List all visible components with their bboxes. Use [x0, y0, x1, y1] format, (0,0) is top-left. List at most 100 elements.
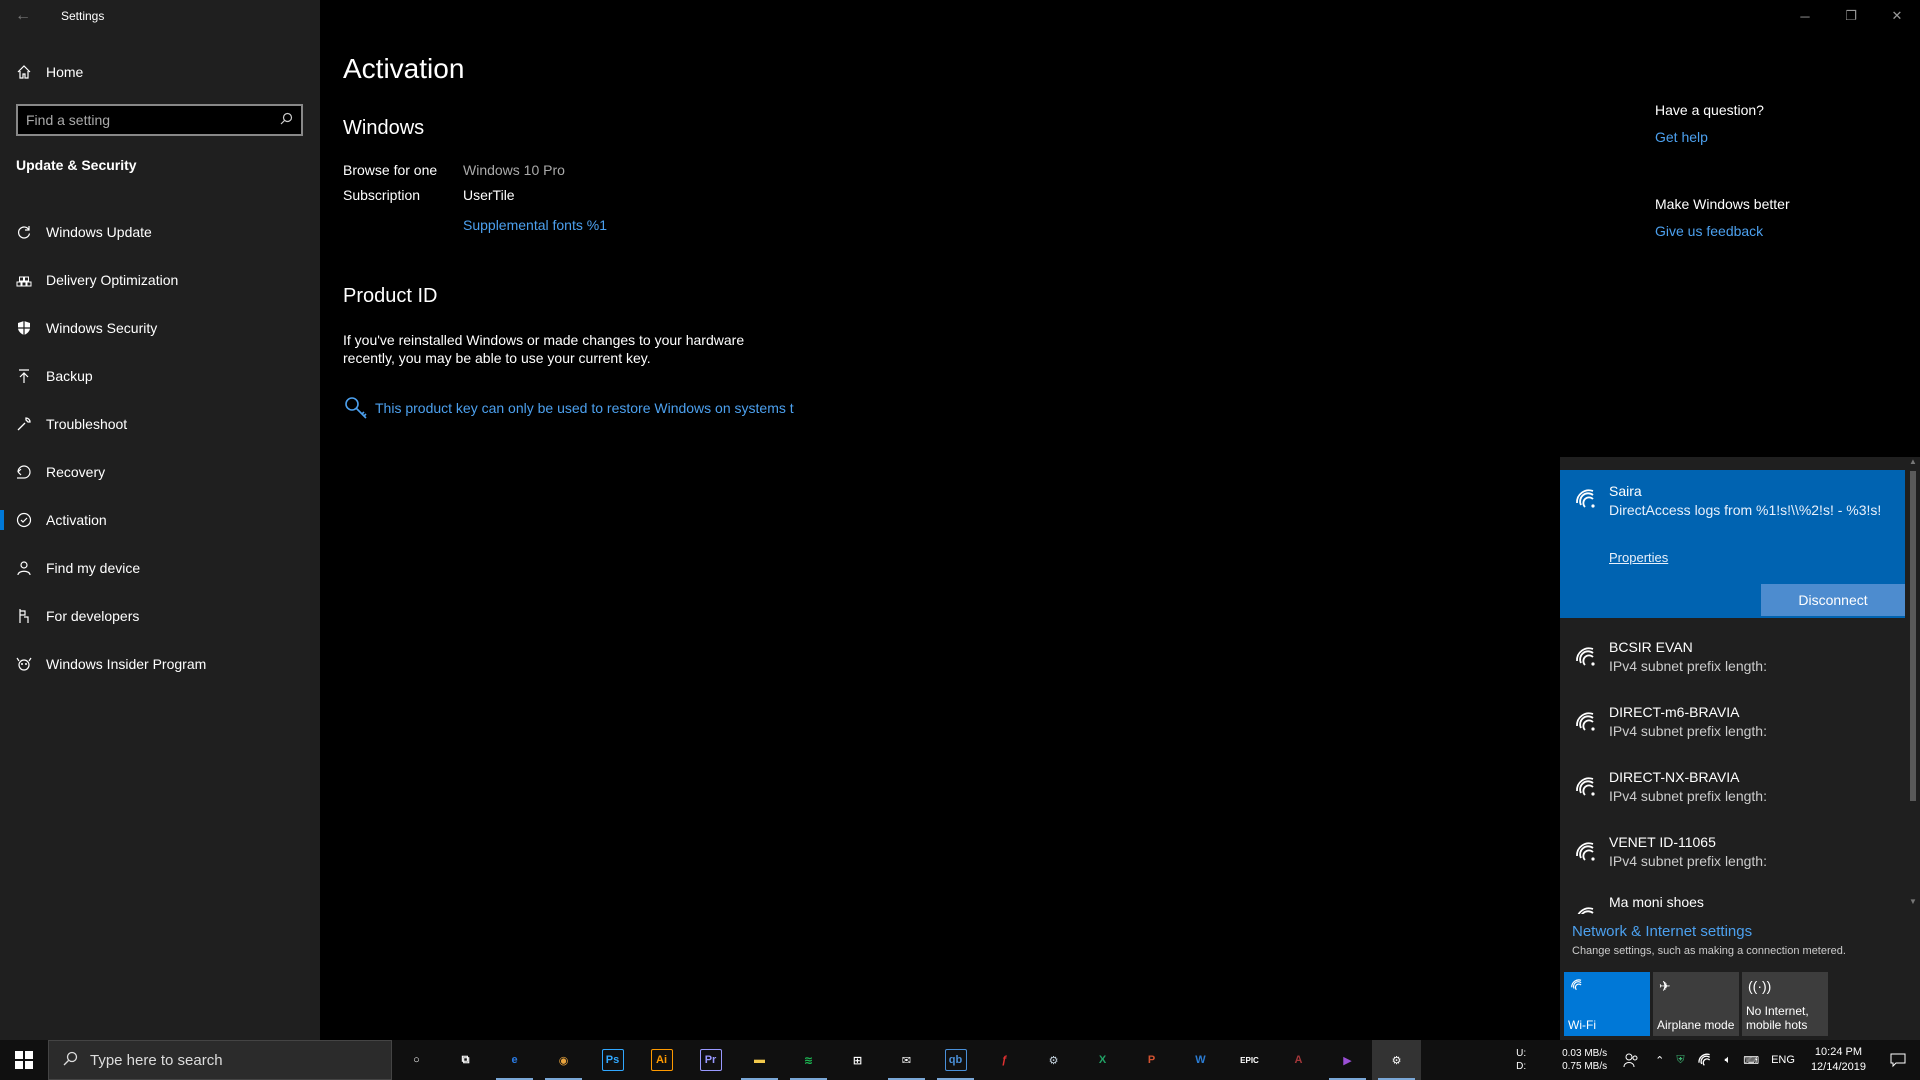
- taskbar-app-edge[interactable]: e: [490, 1040, 539, 1080]
- network-item[interactable]: Ma moni shoes: [1560, 888, 1905, 914]
- settings-search-input[interactable]: [26, 112, 280, 128]
- action-center-icon[interactable]: [1876, 1040, 1920, 1080]
- network-item[interactable]: DIRECT-m6-BRAVIA IPv4 subnet prefix leng…: [1560, 693, 1905, 758]
- taskbar-app-qbittorrent[interactable]: qb: [931, 1040, 980, 1080]
- minimize-button[interactable]: ─: [1782, 0, 1828, 32]
- taskbar-app-store[interactable]: ⊞: [833, 1040, 882, 1080]
- restore-button[interactable]: ❐: [1828, 0, 1874, 32]
- get-help-link[interactable]: Get help: [1655, 129, 1708, 145]
- nav-item-delivery-optimization[interactable]: Delivery Optimization: [0, 256, 320, 304]
- scroll-down-arrow[interactable]: ▼: [1908, 897, 1918, 909]
- taskbar-app-epic[interactable]: EPIC: [1225, 1040, 1274, 1080]
- taskbar-app-steam[interactable]: ⚙: [1029, 1040, 1078, 1080]
- person-pin-icon: [16, 560, 32, 576]
- clock[interactable]: 10:24 PM 12/14/2019: [1801, 1040, 1876, 1080]
- close-button[interactable]: ✕: [1874, 0, 1920, 32]
- properties-link[interactable]: Properties: [1609, 550, 1668, 565]
- tile-label: No Internet, mobile hots: [1746, 1004, 1809, 1032]
- developer-icon: [16, 608, 32, 624]
- supplemental-fonts-link[interactable]: Supplemental fonts %1: [463, 217, 607, 233]
- settings-search[interactable]: [16, 104, 303, 136]
- taskbar-app-photoshop[interactable]: Ps: [588, 1040, 637, 1080]
- network-item[interactable]: BCSIR EVAN IPv4 subnet prefix length:: [1560, 628, 1905, 693]
- taskbar-app-word[interactable]: W: [1176, 1040, 1225, 1080]
- mail-icon: ✉: [901, 1054, 912, 1067]
- taskbar-app-powerpoint[interactable]: P: [1127, 1040, 1176, 1080]
- volume-icon[interactable]: 🔈︎: [1719, 1040, 1738, 1080]
- airplane-mode-tile[interactable]: ✈ Airplane mode: [1653, 972, 1739, 1036]
- network-item[interactable]: DIRECT-NX-BRAVIA IPv4 subnet prefix leng…: [1560, 758, 1905, 823]
- drive-indicator: U: D:: [1510, 1040, 1532, 1080]
- taskbar-search[interactable]: Type here to search: [48, 1040, 392, 1080]
- connected-network-name: Saira: [1609, 483, 1642, 499]
- start-button[interactable]: [0, 1040, 48, 1080]
- taskbar-app-chrome[interactable]: ◉: [539, 1040, 588, 1080]
- network-name: DIRECT-m6-BRAVIA: [1609, 704, 1740, 720]
- make-better-heading: Make Windows better: [1655, 196, 1790, 212]
- nav-item-activation[interactable]: Activation: [0, 496, 320, 544]
- taskbar: Type here to search ○ ⧉ e ◉ Ps Ai Pr ▬ ≋ ⊞ ✉ qb ƒ ⚙ X P…: [0, 1040, 1920, 1080]
- network-flyout: ▲ ▼ Saira DirectAccess logs from %1!s!\\…: [1560, 457, 1920, 1040]
- wifi-toggle-tile[interactable]: Wi-Fi: [1564, 972, 1650, 1036]
- sidebar: ← Settings Home Update & Security Window…: [0, 0, 320, 1040]
- nav-item-windows-insider[interactable]: Windows Insider Program: [0, 640, 320, 688]
- page-title: Activation: [343, 53, 465, 84]
- connected-network[interactable]: Saira DirectAccess logs from %1!s!\\%2!s…: [1560, 470, 1905, 618]
- photoshop-icon: Ps: [601, 1049, 624, 1071]
- taskbar-search-placeholder: Type here to search: [90, 1051, 223, 1069]
- taskbar-app-premiere[interactable]: Pr: [686, 1040, 735, 1080]
- premiere-icon: Pr: [699, 1049, 722, 1071]
- insider-icon: [16, 656, 32, 672]
- language-indicator[interactable]: ENG: [1765, 1040, 1801, 1080]
- network-item[interactable]: VENET ID-11065 IPv4 subnet prefix length…: [1560, 823, 1905, 888]
- taskbar-app-visual-studio[interactable]: ▶: [1323, 1040, 1372, 1080]
- nav-item-recovery[interactable]: Recovery: [0, 448, 320, 496]
- chevron-up-icon[interactable]: ⌃: [1649, 1040, 1670, 1080]
- powerpoint-icon: P: [1147, 1054, 1156, 1066]
- word-icon: W: [1195, 1054, 1206, 1066]
- taskbar-app-illustrator[interactable]: Ai: [637, 1040, 686, 1080]
- nav-list: Windows Update Delivery Optimization Win…: [0, 208, 320, 688]
- product-id-heading: Product ID: [343, 285, 438, 307]
- nav-item-for-developers[interactable]: For developers: [0, 592, 320, 640]
- taskbar-app-spotify[interactable]: ≋: [784, 1040, 833, 1080]
- nav-item-windows-update[interactable]: Windows Update: [0, 208, 320, 256]
- nav-item-label: Windows Security: [46, 320, 158, 336]
- nav-item-label: Troubleshoot: [46, 416, 128, 432]
- scroll-up-arrow[interactable]: ▲: [1908, 457, 1918, 469]
- subscription-label: Subscription: [343, 187, 421, 203]
- nav-item-windows-security[interactable]: Windows Security: [0, 304, 320, 352]
- visual-studio-icon: ▶: [1343, 1054, 1352, 1067]
- scrollbar-thumb[interactable]: [1910, 471, 1916, 801]
- nav-item-backup[interactable]: Backup: [0, 352, 320, 400]
- quick-action-tiles: Wi-Fi ✈ Airplane mode ((·)) No Internet,…: [1564, 972, 1828, 1036]
- nav-item-troubleshoot[interactable]: Troubleshoot: [0, 400, 320, 448]
- search-icon[interactable]: [280, 112, 293, 128]
- back-button[interactable]: ←: [0, 0, 46, 32]
- nav-home[interactable]: Home: [0, 56, 320, 88]
- taskbar-app-excel[interactable]: X: [1078, 1040, 1127, 1080]
- defender-icon[interactable]: ⛨: [1670, 1040, 1690, 1080]
- product-key-link[interactable]: This product key can only be used to res…: [343, 395, 794, 421]
- taskbar-app-flash[interactable]: ƒ: [980, 1040, 1029, 1080]
- network-status: IPv4 subnet prefix length:: [1609, 853, 1767, 869]
- feedback-link[interactable]: Give us feedback: [1655, 223, 1763, 239]
- wifi-tray-icon[interactable]: [1691, 1040, 1719, 1080]
- nav-item-find-my-device[interactable]: Find my device: [0, 544, 320, 592]
- taskbar-app-mail[interactable]: ✉: [882, 1040, 931, 1080]
- flash-icon: ƒ: [1001, 1054, 1008, 1066]
- delivery-icon: [16, 272, 32, 288]
- disconnect-button[interactable]: Disconnect: [1761, 584, 1905, 616]
- network-settings-link[interactable]: Network & Internet settings: [1572, 923, 1752, 940]
- taskbar-app-file-explorer[interactable]: ▬: [735, 1040, 784, 1080]
- shield-icon: [16, 320, 32, 336]
- taskbar-app-cortana[interactable]: ○: [392, 1040, 441, 1080]
- clock-time: 10:24 PM: [1814, 1046, 1863, 1058]
- keyboard-icon[interactable]: ⌨: [1737, 1040, 1765, 1080]
- taskbar-app-access[interactable]: A: [1274, 1040, 1323, 1080]
- mobile-hotspot-tile[interactable]: ((·)) No Internet, mobile hots: [1742, 972, 1828, 1036]
- steam-icon: ⚙: [1048, 1054, 1059, 1067]
- taskbar-app-task-view[interactable]: ⧉: [441, 1040, 490, 1080]
- people-icon[interactable]: [1613, 1040, 1649, 1080]
- taskbar-app-settings[interactable]: ⚙: [1372, 1040, 1421, 1080]
